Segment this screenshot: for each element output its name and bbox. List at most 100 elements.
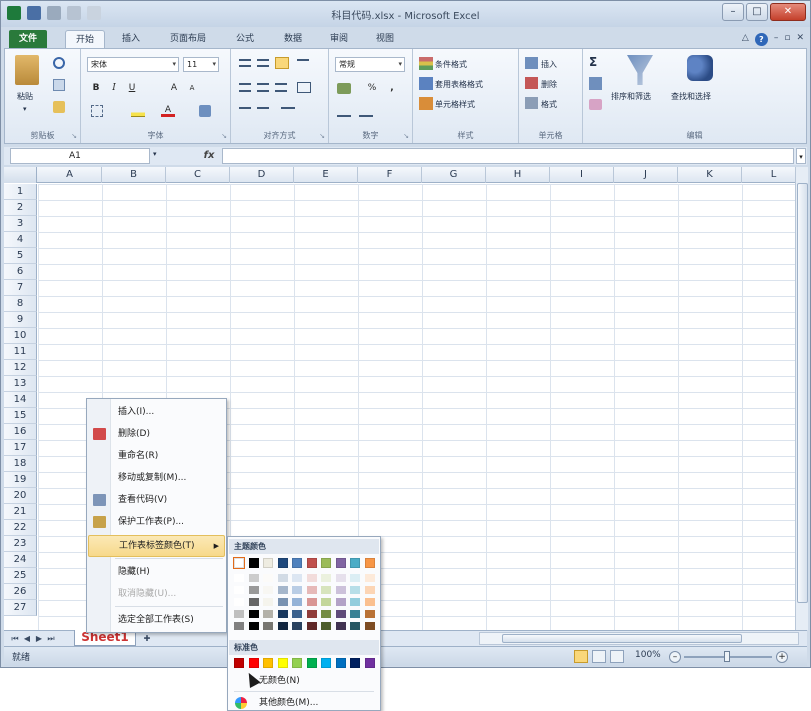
standard-color-swatch[interactable] [306, 658, 317, 668]
theme-shade-swatch[interactable] [364, 574, 375, 582]
horizontal-scrollbar[interactable] [479, 632, 799, 645]
theme-color-swatch[interactable] [364, 558, 375, 568]
theme-shade-swatch[interactable] [350, 622, 360, 630]
tab-insert[interactable]: 插入 [111, 30, 151, 49]
row-header[interactable]: 8 [4, 296, 37, 312]
table-format-button[interactable]: 套用表格格式 [435, 79, 483, 90]
name-box-dropdown-icon[interactable]: ▾ [153, 150, 157, 158]
next-sheet-icon[interactable]: ▶ [34, 633, 44, 645]
minimize-ribbon-icon[interactable]: △ [742, 33, 749, 46]
number-format-combo[interactable]: 常规 ▾ [335, 57, 405, 72]
vertical-scroll-thumb[interactable] [797, 183, 808, 603]
italic-button[interactable]: I [107, 81, 121, 95]
normal-view-icon[interactable] [574, 650, 588, 663]
row-header[interactable]: 10 [4, 328, 37, 344]
tab-review[interactable]: 审阅 [319, 30, 359, 49]
theme-shade-swatch[interactable] [364, 610, 375, 618]
row-header[interactable]: 20 [4, 488, 37, 504]
insert-sheet-icon[interactable]: ✚ [142, 633, 152, 645]
theme-color-swatch[interactable] [277, 558, 288, 568]
theme-shade-swatch[interactable] [364, 586, 375, 594]
more-colors-option[interactable]: 其他颜色(M)... [229, 693, 379, 711]
column-header[interactable]: E [294, 167, 358, 183]
theme-shade-swatch[interactable] [321, 598, 331, 606]
zoom-slider-knob[interactable] [724, 651, 730, 662]
conditional-format-button[interactable]: 条件格式 [435, 59, 467, 70]
doc-minimize-icon[interactable]: – [774, 33, 779, 46]
theme-shade-swatch[interactable] [350, 598, 360, 606]
theme-shade-swatch[interactable] [321, 622, 331, 630]
theme-color-swatch[interactable] [321, 558, 331, 568]
top-align-icon[interactable] [239, 59, 251, 67]
column-header[interactable]: F [358, 167, 422, 183]
row-header[interactable]: 27 [4, 600, 37, 616]
menu-item-insert[interactable]: 插入(I)... [88, 401, 225, 423]
row-header[interactable]: 4 [4, 232, 37, 248]
column-header[interactable]: I [550, 167, 614, 183]
column-header[interactable]: B [102, 167, 166, 183]
standard-color-swatch[interactable] [277, 658, 288, 668]
increase-decimal-icon[interactable] [337, 107, 351, 117]
last-sheet-icon[interactable]: ⏭ [46, 633, 56, 645]
doc-restore-icon[interactable]: ▫ [784, 33, 790, 46]
row-header[interactable]: 15 [4, 408, 37, 424]
standard-color-swatch[interactable] [263, 658, 273, 668]
row-header[interactable]: 13 [4, 376, 37, 392]
sort-filter-button[interactable]: 排序和筛选 [611, 91, 651, 102]
row-header[interactable]: 1 [4, 184, 37, 200]
row-header[interactable]: 12 [4, 360, 37, 376]
first-sheet-icon[interactable]: ⏮ [10, 633, 20, 645]
menu-item-select-all-sheets[interactable]: 选定全部工作表(S) [88, 609, 225, 631]
row-header[interactable]: 21 [4, 504, 37, 520]
phonetic-icon[interactable] [199, 105, 211, 117]
insert-cells-button[interactable]: 插入 [541, 59, 557, 70]
theme-shade-swatch[interactable] [292, 610, 302, 618]
formula-input[interactable] [222, 148, 794, 164]
theme-shade-swatch[interactable] [306, 598, 317, 606]
theme-shade-swatch[interactable] [234, 598, 244, 606]
zoom-in-icon[interactable]: + [776, 651, 788, 663]
theme-shade-swatch[interactable] [263, 610, 273, 618]
delete-cells-icon[interactable] [525, 77, 538, 89]
row-header[interactable]: 7 [4, 280, 37, 296]
fill-color-icon[interactable] [131, 105, 145, 117]
theme-shade-swatch[interactable] [248, 586, 259, 594]
dialog-launcher-icon[interactable]: ↘ [319, 132, 325, 140]
orientation-icon[interactable] [297, 59, 309, 67]
theme-shade-swatch[interactable] [263, 586, 273, 594]
column-header[interactable]: H [486, 167, 550, 183]
theme-shade-swatch[interactable] [364, 598, 375, 606]
theme-shade-swatch[interactable] [277, 598, 288, 606]
row-header[interactable]: 25 [4, 568, 37, 584]
cut-icon[interactable] [53, 57, 65, 69]
row-header[interactable]: 6 [4, 264, 37, 280]
insert-function-button[interactable]: fx [199, 148, 219, 164]
menu-item-delete[interactable]: 删除(D) [88, 423, 225, 445]
decrease-decimal-icon[interactable] [359, 107, 373, 117]
paste-dropdown-icon[interactable]: ▾ [23, 105, 27, 113]
clear-icon[interactable] [589, 99, 602, 110]
menu-item-protect-sheet[interactable]: 保护工作表(P)... [88, 511, 225, 533]
tab-data[interactable]: 数据 [273, 30, 313, 49]
row-header[interactable]: 16 [4, 424, 37, 440]
prev-sheet-icon[interactable]: ◀ [22, 633, 32, 645]
standard-color-swatch[interactable] [364, 658, 375, 668]
dialog-launcher-icon[interactable]: ↘ [221, 132, 227, 140]
row-header[interactable]: 5 [4, 248, 37, 264]
menu-item-view-code[interactable]: 查看代码(V) [88, 489, 225, 511]
dialog-launcher-icon[interactable]: ↘ [71, 132, 77, 140]
find-select-icon[interactable] [687, 55, 713, 81]
theme-shade-swatch[interactable] [248, 598, 259, 606]
theme-shade-swatch[interactable] [335, 622, 346, 630]
table-format-icon[interactable] [419, 77, 433, 90]
horizontal-scroll-thumb[interactable] [502, 634, 742, 643]
autosum-button[interactable]: Σ [589, 55, 597, 69]
theme-shade-swatch[interactable] [335, 610, 346, 618]
cell-styles-button[interactable]: 单元格样式 [435, 99, 475, 110]
row-header[interactable]: 22 [4, 520, 37, 536]
select-all-corner[interactable] [4, 167, 37, 183]
comma-button[interactable]: , [385, 81, 399, 95]
zoom-level[interactable]: 100% [635, 650, 661, 660]
page-break-view-icon[interactable] [610, 650, 624, 663]
column-header[interactable]: J [614, 167, 678, 183]
